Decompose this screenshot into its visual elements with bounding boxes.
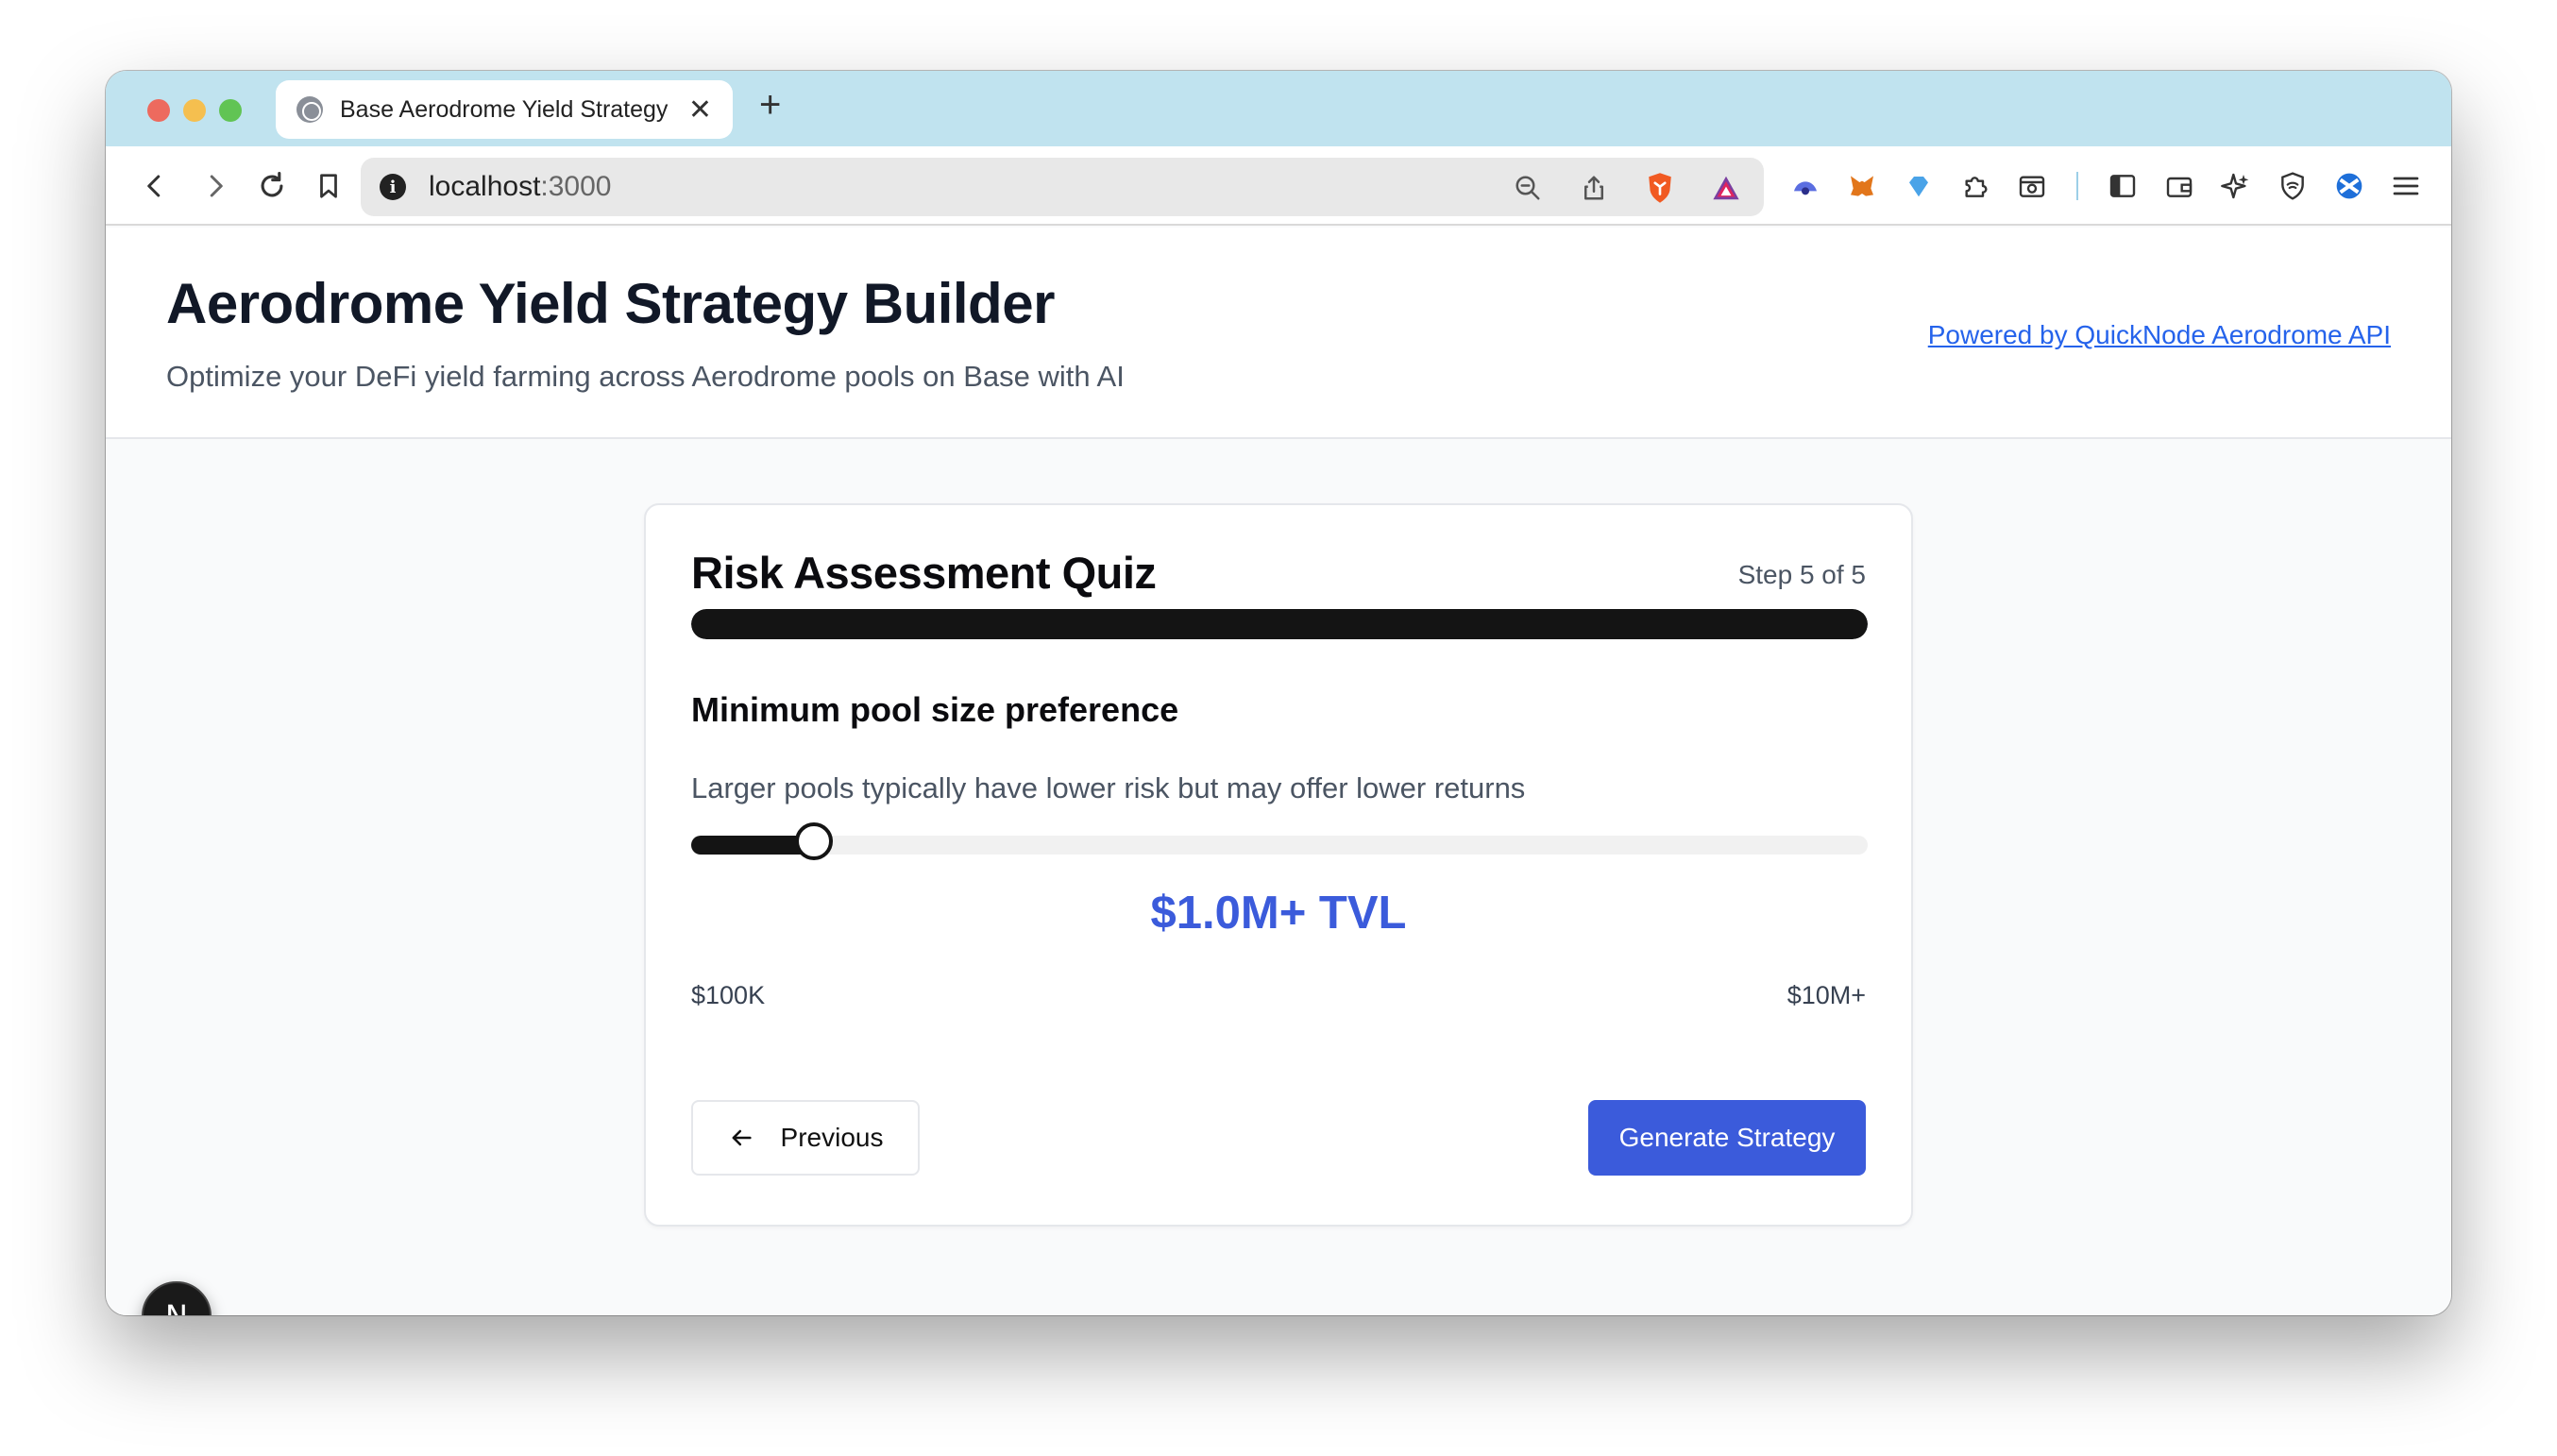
browser-tab[interactable]: Base Aerodrome Yield Strategy Builder ✕ xyxy=(276,80,733,139)
profile-icon[interactable] xyxy=(2328,165,2370,207)
puzzle-icon[interactable] xyxy=(1955,165,1996,207)
new-tab-button[interactable]: + xyxy=(759,84,781,127)
question-heading: Minimum pool size preference xyxy=(691,690,1179,729)
slider-thumb[interactable] xyxy=(794,822,833,860)
quiz-title: Risk Assessment Quiz xyxy=(691,548,1157,598)
close-window-button[interactable] xyxy=(147,99,170,122)
zoom-out-icon[interactable] xyxy=(1507,167,1549,209)
url-port: :3000 xyxy=(540,171,612,202)
menu-icon[interactable] xyxy=(2385,165,2427,207)
progress-bar xyxy=(691,609,1868,639)
wallet-icon[interactable] xyxy=(2159,165,2200,207)
progress-bar-fill xyxy=(691,609,1868,639)
back-icon[interactable] xyxy=(134,165,176,207)
reader-icon[interactable] xyxy=(2011,165,2053,207)
previous-button[interactable]: Previous xyxy=(691,1100,920,1176)
question-hint: Larger pools typically have lower risk b… xyxy=(691,771,1526,804)
vpn-icon[interactable] xyxy=(2272,165,2313,207)
powered-by-link[interactable]: Powered by QuickNode Aerodrome API xyxy=(1928,320,2391,350)
app-header: Aerodrome Yield Strategy Builder Optimiz… xyxy=(106,228,2451,439)
tab-close-icon[interactable]: ✕ xyxy=(688,93,712,127)
address-bar[interactable]: i localhost:3000 xyxy=(361,158,1764,216)
forward-icon[interactable] xyxy=(195,165,236,207)
zoom-window-button[interactable] xyxy=(219,99,242,122)
browser-window: Base Aerodrome Yield Strategy Builder ✕ … xyxy=(106,71,2451,1315)
step-indicator: Step 5 of 5 xyxy=(1737,560,1866,589)
slider-min-label: $100K xyxy=(691,981,766,1009)
quiz-card: Risk Assessment Quiz Step 5 of 5 Minimum… xyxy=(644,503,1913,1227)
pool-size-slider[interactable] xyxy=(691,822,1868,860)
url-host: localhost xyxy=(429,171,541,202)
brave-rewards-icon[interactable] xyxy=(1705,167,1747,209)
generate-strategy-button[interactable]: Generate Strategy xyxy=(1588,1100,1866,1176)
brave-shield-icon[interactable] xyxy=(1639,167,1681,209)
extension-icon[interactable] xyxy=(1785,165,1826,207)
browser-toolbar: i localhost:3000 xyxy=(106,146,2451,226)
globe-icon xyxy=(296,96,323,123)
page-title: Aerodrome Yield Strategy Builder xyxy=(166,272,1055,335)
toolbar-divider xyxy=(2068,165,2087,207)
metamask-icon[interactable] xyxy=(1841,165,1883,207)
tab-title: Base Aerodrome Yield Strategy Builder xyxy=(340,95,670,123)
bookmark-icon[interactable] xyxy=(308,165,349,207)
previous-button-label: Previous xyxy=(780,1123,884,1152)
leo-icon[interactable] xyxy=(2215,165,2257,207)
nextjs-dev-badge[interactable]: N xyxy=(142,1281,212,1315)
minimize-window-button[interactable] xyxy=(183,99,206,122)
diamond-icon[interactable] xyxy=(1898,165,1939,207)
tab-strip: Base Aerodrome Yield Strategy Builder ✕ … xyxy=(106,71,2451,146)
page-content: Aerodrome Yield Strategy Builder Optimiz… xyxy=(106,228,2451,1315)
reload-icon[interactable] xyxy=(251,165,293,207)
arrow-left-icon xyxy=(732,1129,752,1146)
slider-max-label: $10M+ xyxy=(1787,981,1866,1009)
share-icon[interactable] xyxy=(1573,167,1615,209)
extension-icons xyxy=(1785,165,2427,207)
sidebar-icon[interactable] xyxy=(2102,165,2143,207)
slider-value-display: $1.0M+ TVL xyxy=(1150,888,1407,939)
page-subtitle: Optimize your DeFi yield farming across … xyxy=(166,360,1125,393)
url-text[interactable]: localhost:3000 xyxy=(429,171,611,203)
info-icon[interactable]: i xyxy=(380,174,406,200)
